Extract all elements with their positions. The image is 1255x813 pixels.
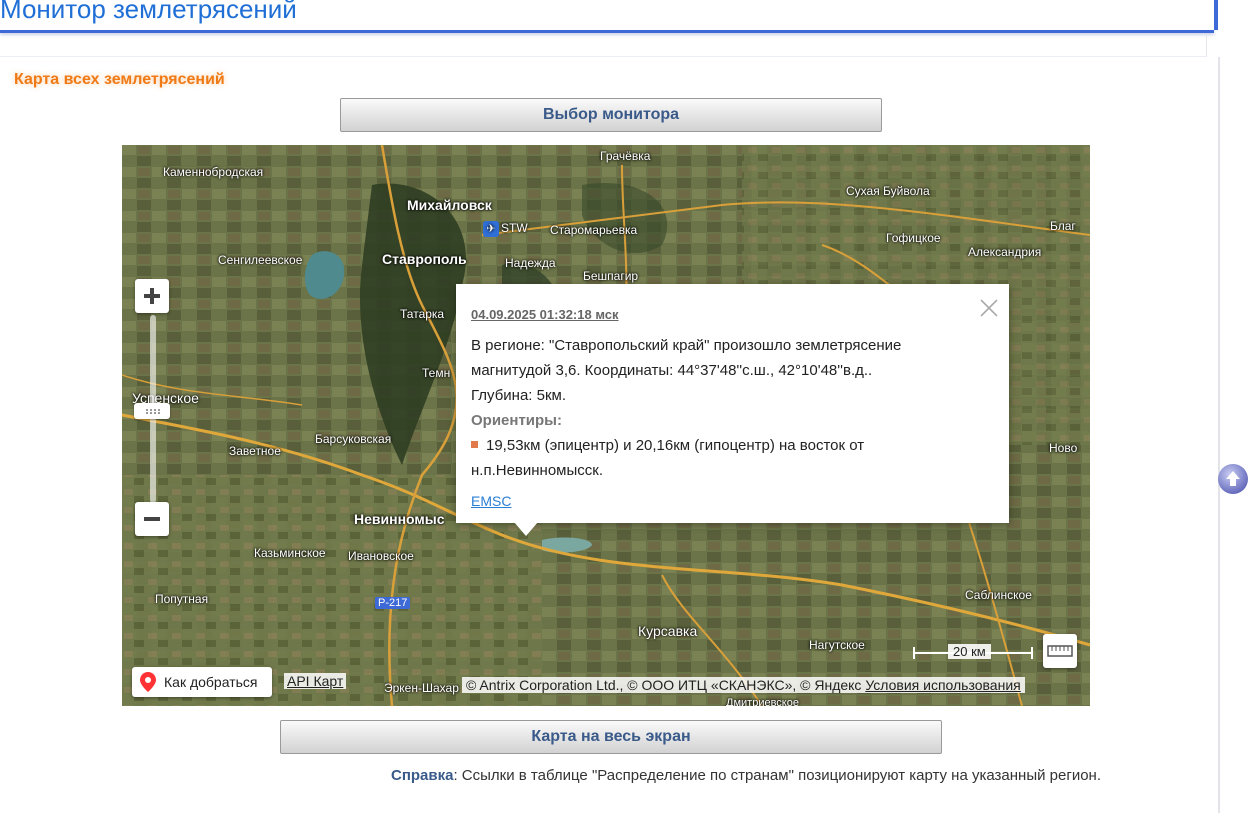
minus-icon: [144, 517, 160, 521]
place-label: Ново: [1049, 441, 1078, 455]
place-label: STW: [501, 221, 528, 235]
place-label: Надежда: [505, 256, 556, 270]
zoom-out-button[interactable]: [135, 502, 169, 536]
ruler-button[interactable]: [1043, 634, 1077, 668]
section-title: Карта всех землетрясений: [14, 71, 225, 88]
place-label: Казьминское: [254, 546, 326, 560]
place-label: Михайловск: [407, 197, 492, 213]
place-label: Заветное: [229, 444, 281, 458]
place-label: Благ: [1050, 219, 1076, 233]
scroll-to-top-icon[interactable]: [1217, 463, 1249, 495]
place-label: Дмитриевское: [726, 697, 799, 706]
header-edge: [1214, 0, 1218, 30]
api-maps-link[interactable]: API Карт: [284, 673, 347, 689]
place-label: Курсавка: [638, 623, 698, 639]
place-label: Старомарьевка: [550, 223, 638, 237]
place-label: Каменнобродская: [163, 165, 264, 179]
header-strip: [0, 34, 1207, 57]
ruler-icon: [1047, 645, 1073, 657]
event-date-link[interactable]: 04.09.2025 01:32:18 мск: [471, 302, 994, 327]
place-label: Нагутское: [809, 638, 865, 652]
bullet-icon: [471, 441, 478, 448]
place-label: Бешпагир: [583, 269, 639, 283]
popup-close-button[interactable]: [979, 298, 999, 318]
landmark-line-2: н.п.Невинномысск.: [471, 462, 603, 479]
place-label: Сенгилеевское: [218, 253, 303, 267]
location-pin-icon: [140, 672, 156, 692]
map-copyright: © Antrix Corporation Ltd., © ООО ИТЦ «СК…: [462, 677, 1025, 693]
place-label: Попутная: [155, 592, 209, 606]
airplane-icon: ✈: [483, 221, 499, 237]
page-header: Монитор землетрясений: [0, 0, 1214, 33]
fullscreen-map-button[interactable]: Карта на весь экран: [280, 720, 942, 754]
popup-text-line: В регионе: "Ставропольский край" произош…: [471, 337, 902, 354]
help-label: Справка: [391, 767, 454, 784]
popup-pointer: [514, 522, 538, 536]
landmark-line: 19,53км (эпицентр) и 20,16км (гипоцентр)…: [471, 433, 994, 458]
place-label: Ивановское: [348, 549, 414, 563]
place-label: Сухая Буйвола: [846, 184, 930, 198]
grip-icon: [146, 409, 160, 414]
scale-label: 20 км: [948, 644, 991, 659]
place-label: Грачёвка: [600, 149, 651, 163]
help-text: : Ссылки в таблице "Распределение по стр…: [453, 767, 1101, 784]
popup-depth: Глубина: 5км.: [471, 387, 567, 404]
zoom-slider-handle[interactable]: [134, 403, 170, 419]
place-label: Темн: [422, 366, 451, 380]
terms-link[interactable]: Условия использования: [865, 677, 1020, 693]
airport-label: ✈ STW: [483, 221, 528, 237]
route-label: Как добраться: [164, 674, 258, 690]
landmarks-label: Ориентиры:: [471, 412, 562, 429]
road-number-label: Р-217: [375, 597, 411, 609]
place-label: Александрия: [968, 245, 1042, 259]
page-title: Монитор землетрясений: [0, 0, 297, 24]
place-label: Ставрополь: [382, 251, 467, 267]
place-label: Татарка: [400, 307, 445, 321]
earthquake-popup: 04.09.2025 01:32:18 мск В регионе: "Став…: [456, 284, 1009, 523]
close-icon: [980, 299, 998, 317]
popup-text-line: магнитудой 3,6. Координаты: 44°37'48''с.…: [471, 362, 873, 379]
source-link[interactable]: EMSC: [471, 493, 511, 509]
select-monitor-button[interactable]: Выбор монитора: [340, 98, 882, 132]
place-label: Эркен-Шахар: [384, 681, 459, 695]
place-label: Барсуковская: [315, 432, 392, 446]
place-label: Саблинское: [965, 588, 1032, 602]
zoom-in-button[interactable]: [135, 279, 169, 313]
place-label: Гофицкое: [886, 231, 941, 245]
route-button[interactable]: Как добраться: [132, 667, 272, 697]
help-note: Справка: Ссылки в таблице "Распределение…: [391, 767, 1101, 784]
plus-icon: [144, 288, 160, 304]
place-label: Невинномыс: [354, 511, 445, 527]
